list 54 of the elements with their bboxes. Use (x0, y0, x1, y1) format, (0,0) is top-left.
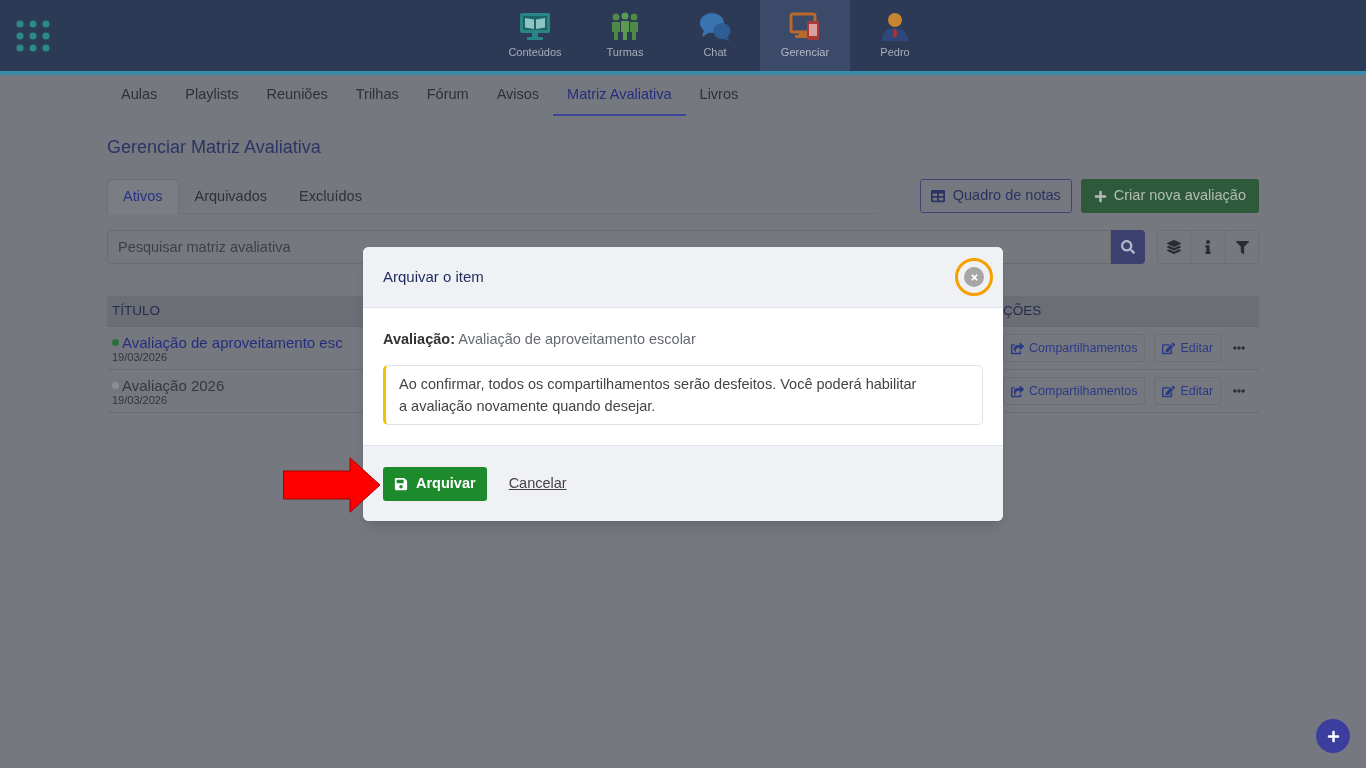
info-icon (1205, 240, 1211, 254)
edit-button[interactable]: Editar (1154, 377, 1222, 405)
search-button[interactable] (1111, 230, 1145, 264)
tab[interactable]: Ativos (107, 179, 179, 214)
evaluation-title-link[interactable]: Avaliação de aproveitamento esc (122, 333, 343, 351)
filter-icon (1235, 240, 1249, 254)
layers-icon (1167, 240, 1181, 254)
people-group-icon (609, 12, 641, 41)
close-button[interactable] (964, 267, 984, 287)
sub-nav-tab[interactable]: Trilhas (341, 75, 413, 116)
column-header: ÇÕES (1003, 301, 1042, 320)
date-text: 19/03/2026 (112, 393, 168, 406)
share-icon (1011, 341, 1024, 355)
sub-nav-tab[interactable]: Matriz Avaliativa (553, 75, 686, 116)
dialog-title: Arquivar o item (383, 266, 484, 287)
plus-icon (1326, 729, 1340, 743)
sub-nav-tab[interactable]: Aulas (107, 75, 172, 116)
column-header: TÍTULO (111, 301, 160, 320)
sub-nav-tab[interactable]: Avisos (482, 75, 554, 116)
close-icon (969, 272, 979, 282)
tab[interactable]: Excluídos (283, 179, 378, 214)
speech-bubbles-icon (699, 12, 731, 41)
sharing-button[interactable]: Compartilhamentos (1003, 377, 1146, 405)
filter-button[interactable] (1225, 230, 1259, 264)
archive-button[interactable]: Arquivar (383, 466, 487, 501)
table-icon (930, 189, 945, 203)
sub-nav-tab[interactable]: Fórum (412, 75, 483, 116)
nav-tab[interactable]: Gerenciar (760, 0, 850, 71)
edit-icon (1162, 384, 1176, 398)
warning-notice: Ao confirmar, todos os compartilhamentos serão desfeitos. Você poderá habilitar a avaliação novamente quando desejar. (383, 365, 983, 425)
sub-nav-tab[interactable]: Livros (685, 75, 753, 116)
tab[interactable]: Arquivados (178, 179, 284, 214)
info-button[interactable] (1191, 230, 1225, 264)
monitor-book-icon (519, 12, 551, 41)
evaluation-name-text: Avaliação: Avaliação de aproveitamento escolar (383, 330, 697, 348)
sub-nav-tab[interactable]: Playlists (171, 75, 253, 116)
date-text: 19/03/2026 (112, 350, 168, 363)
page-title: Gerenciar Matriz Avaliativa (107, 136, 321, 159)
layers-button[interactable] (1157, 230, 1191, 264)
floating-add-button[interactable] (1316, 719, 1350, 753)
evaluation-title-link[interactable]: Avaliação 2026 (122, 376, 225, 394)
sharing-button[interactable]: Compartilhamentos (1003, 334, 1146, 362)
grade-board-button[interactable]: Quadro de notas (919, 179, 1072, 213)
apps-grid-icon[interactable] (16, 19, 50, 52)
avatar-silhouette-icon (879, 12, 911, 41)
edit-icon (1162, 341, 1176, 355)
create-evaluation-button[interactable]: Criar nova avaliação (1080, 179, 1259, 213)
sub-nav-tab[interactable]: Reuniões (252, 75, 342, 116)
cancel-link[interactable]: Cancelar (508, 472, 567, 495)
share-icon (1011, 384, 1024, 398)
plus-icon (1093, 189, 1107, 203)
devices-icon (789, 12, 821, 41)
edit-button[interactable]: Editar (1154, 334, 1222, 362)
search-icon (1121, 240, 1135, 254)
